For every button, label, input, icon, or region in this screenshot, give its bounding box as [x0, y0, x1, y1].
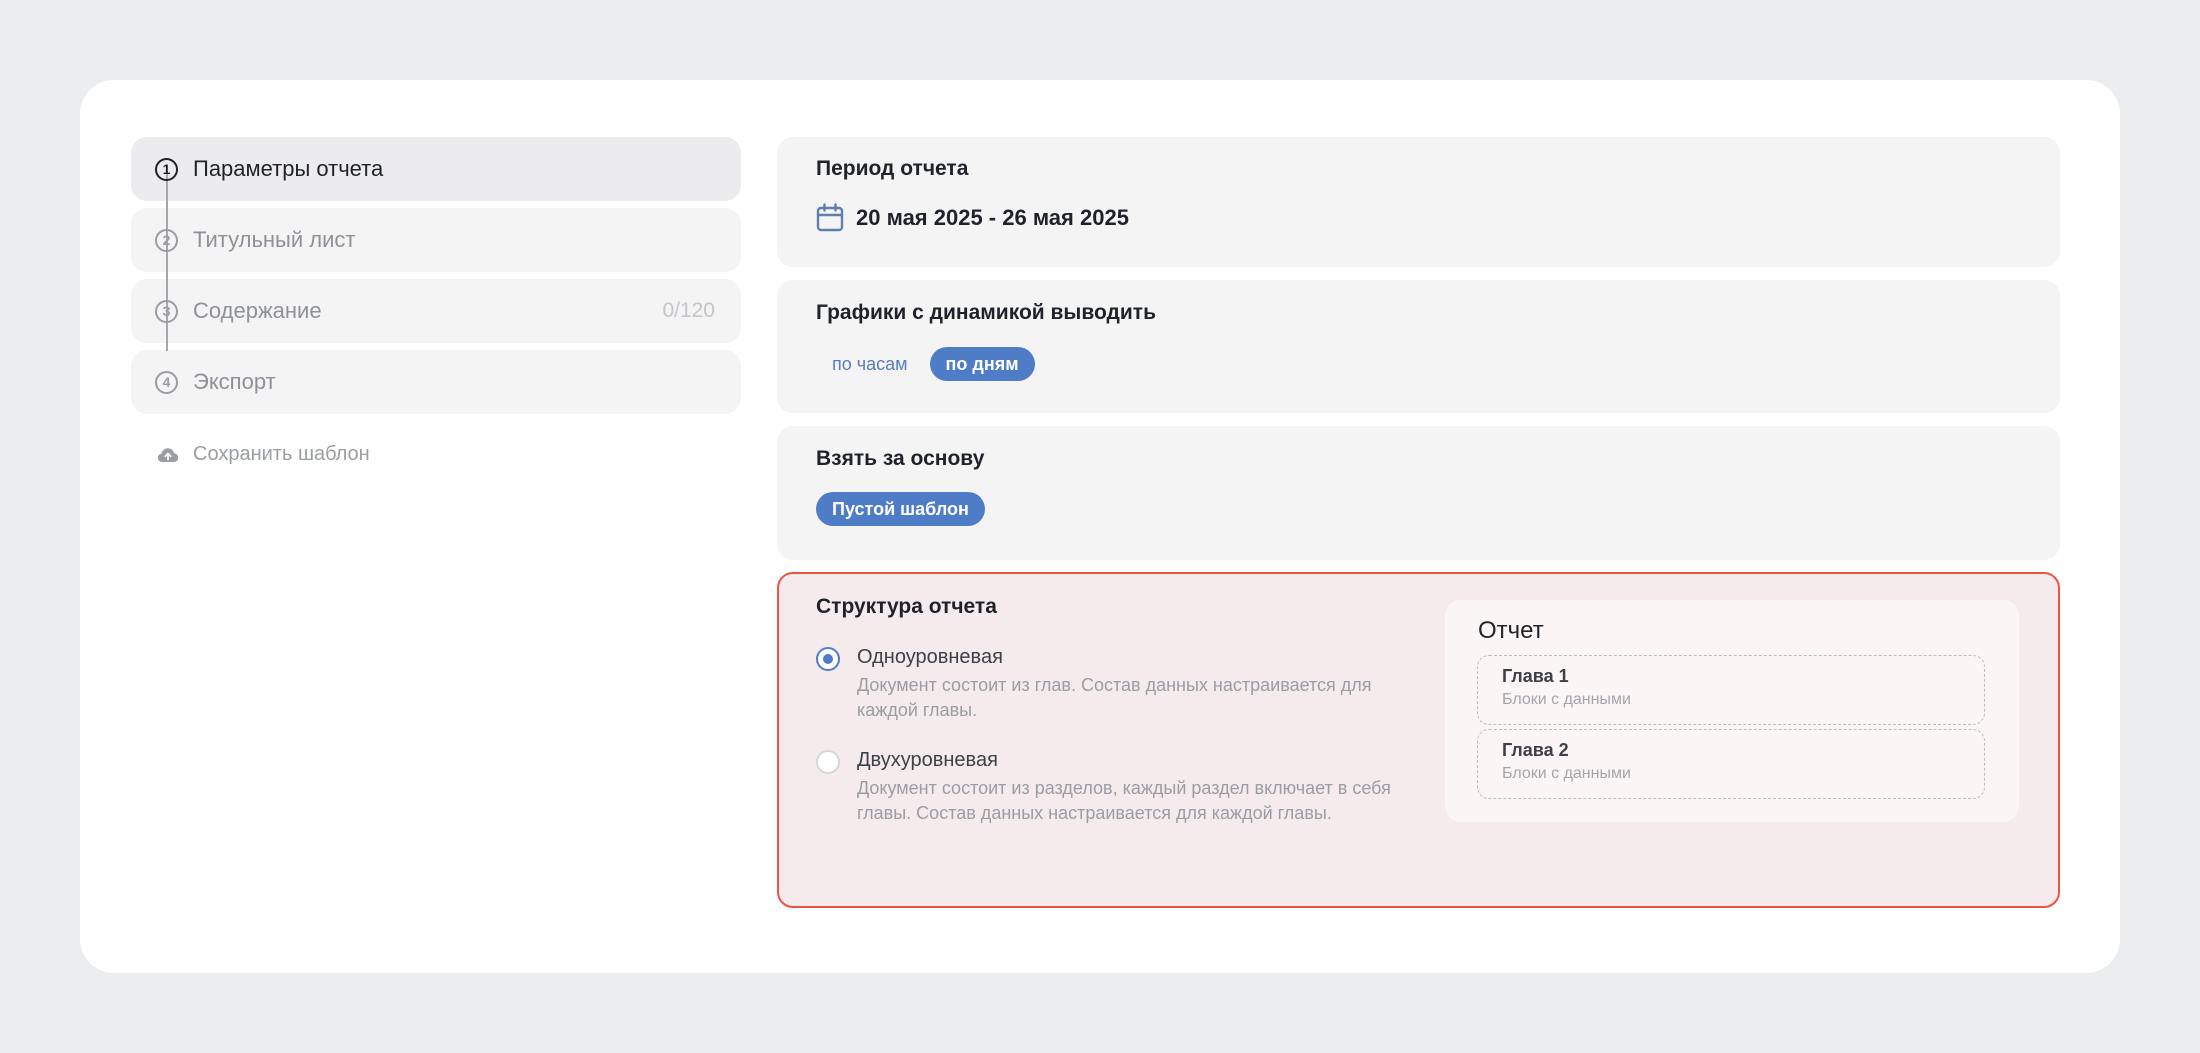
preview-chapter: Глава 1 Блоки с данными — [1477, 655, 1985, 725]
cloud-upload-icon — [157, 447, 179, 462]
option-title: Двухуровневая — [857, 749, 998, 771]
period-panel: Период отчета 20 мая 2025 - 26 мая 2025 — [777, 137, 2060, 267]
structure-panel: Структура отчета Одноуровневая Документ … — [777, 572, 2060, 908]
option-description: Документ состоит из разделов, каждый раз… — [857, 778, 1391, 823]
save-template-button[interactable]: Сохранить шаблон — [157, 443, 370, 466]
option-description: Документ состоит из глав. Состав данных … — [857, 675, 1372, 720]
single-level-radio[interactable] — [816, 647, 840, 671]
chapter-title: Глава 1 — [1502, 666, 1569, 686]
step-number-3: 3 — [155, 299, 178, 323]
chapter-subtitle: Блоки с данными — [1502, 765, 1631, 782]
single-level-option[interactable]: Одноуровневая Документ состоит из глав. … — [816, 646, 1416, 723]
step-title-page[interactable]: 2 Титульный лист — [131, 208, 741, 272]
structure-title: Структура отчета — [816, 595, 997, 618]
charts-granularity-toggle: по часам по дням — [816, 347, 1041, 381]
option-title: Одноуровневая — [857, 646, 1003, 668]
step-number-4: 4 — [155, 370, 178, 394]
preview-title: Отчет — [1478, 617, 1544, 644]
step-label: Экспорт — [193, 369, 276, 394]
step-label: Параметры отчета — [193, 156, 384, 181]
step-export[interactable]: 4 Экспорт — [131, 350, 741, 414]
chapter-title: Глава 2 — [1502, 740, 1569, 760]
by-hours-option[interactable]: по часам — [816, 347, 924, 381]
two-level-radio[interactable] — [816, 750, 840, 774]
preview-chapter: Глава 2 Блоки с данными — [1477, 729, 1985, 799]
period-title: Период отчета — [816, 157, 969, 180]
calendar-icon — [816, 203, 844, 232]
steps-nav: 1 Параметры отчета 2 Титульный лист 3 Со… — [131, 137, 741, 421]
charts-title: Графики с динамикой выводить — [816, 301, 1156, 324]
by-days-option[interactable]: по дням — [929, 347, 1035, 381]
charts-panel: Графики с динамикой выводить по часам по… — [777, 280, 2060, 413]
base-template-panel: Взять за основу Пустой шаблон — [777, 426, 2060, 560]
two-level-option[interactable]: Двухуровневая Документ состоит из раздел… — [816, 749, 1416, 826]
step-number-2: 2 — [155, 228, 178, 252]
step-label: Содержание — [193, 298, 322, 323]
report-builder-card: 1 Параметры отчета 2 Титульный лист 3 Со… — [80, 80, 2120, 973]
step-label: Титульный лист — [193, 227, 356, 252]
base-title: Взять за основу — [816, 447, 985, 470]
step-count: 0/120 — [662, 299, 715, 322]
period-picker[interactable]: 20 мая 2025 - 26 мая 2025 — [816, 203, 1129, 233]
empty-template-option[interactable]: Пустой шаблон — [816, 492, 985, 526]
period-value: 20 мая 2025 - 26 мая 2025 — [856, 205, 1129, 230]
step-contents[interactable]: 3 Содержание 0/120 — [131, 279, 741, 343]
chapter-subtitle: Блоки с данными — [1502, 691, 1631, 708]
structure-preview: Отчет Глава 1 Блоки с данными Глава 2 Бл… — [1445, 600, 2019, 822]
step-report-parameters[interactable]: 1 Параметры отчета — [131, 137, 741, 201]
step-number-1: 1 — [155, 157, 178, 181]
save-template-label: Сохранить шаблон — [193, 443, 370, 465]
steps-connector-line — [166, 171, 168, 351]
